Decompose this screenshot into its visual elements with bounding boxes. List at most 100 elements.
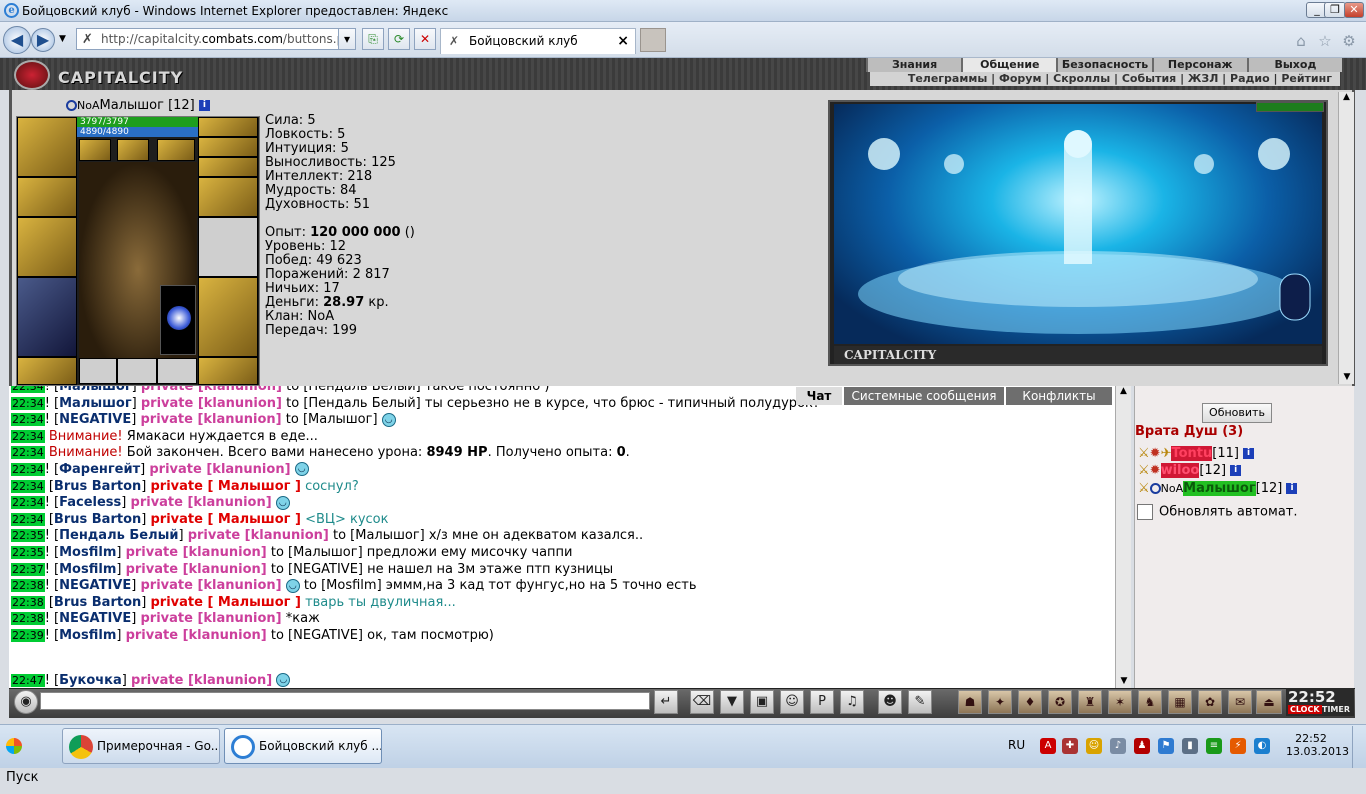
chat-time[interactable]: 22:34 bbox=[11, 446, 45, 460]
chat-nick[interactable]: Brus Barton bbox=[54, 479, 141, 494]
pocket-slot-2[interactable] bbox=[117, 358, 157, 384]
chat-nick[interactable]: NEGATIVE bbox=[59, 578, 131, 593]
chat-nick[interactable]: Малышог bbox=[59, 386, 132, 394]
chat-nick[interactable]: Mosfilm bbox=[59, 628, 116, 643]
tab-chat[interactable]: Чат bbox=[796, 387, 842, 405]
save-log-icon[interactable]: ▣ bbox=[750, 690, 774, 714]
armor-slot[interactable] bbox=[17, 277, 77, 357]
menu-knowledge[interactable]: Знания bbox=[866, 58, 961, 72]
favorites-star-icon[interactable]: ☆ bbox=[1316, 32, 1334, 50]
amulet-slot[interactable] bbox=[198, 137, 258, 157]
tab-conflicts[interactable]: Конфликты bbox=[1006, 387, 1112, 405]
gloves-slot[interactable] bbox=[198, 177, 258, 217]
chat-time[interactable]: 22:39 bbox=[11, 628, 45, 642]
menu-communication[interactable]: Общение bbox=[961, 58, 1057, 72]
shield-slot-empty[interactable] bbox=[198, 217, 258, 277]
chat-time[interactable]: 22:37 bbox=[11, 562, 45, 576]
chat-nick[interactable]: Букочка bbox=[59, 673, 122, 688]
system-clock[interactable]: 22:52 13.03.2013 bbox=[1286, 732, 1349, 758]
chat-nick[interactable]: NEGATIVE bbox=[59, 412, 131, 427]
quest-icon[interactable]: ☗ bbox=[958, 690, 982, 714]
chat-time[interactable]: 22:38 bbox=[11, 612, 45, 626]
close-window-button[interactable]: ✕ bbox=[1344, 2, 1364, 18]
refresh-icon[interactable]: ⟳ bbox=[388, 28, 410, 50]
chat-log[interactable]: 22:34! [Малышог] private [klanunion] to … bbox=[9, 386, 1115, 688]
player-row[interactable]: ⚔✹wiloo[12] i bbox=[1138, 463, 1242, 478]
bag-icon[interactable]: ♦ bbox=[1018, 690, 1042, 714]
menu-character[interactable]: Персонаж bbox=[1151, 58, 1247, 72]
chat-time[interactable]: 22:35 bbox=[11, 545, 45, 559]
chat-time[interactable]: 22:38 bbox=[11, 595, 45, 609]
boots-slot[interactable] bbox=[198, 357, 258, 385]
volume-tray-icon[interactable]: ♪ bbox=[1110, 738, 1126, 754]
chat-nick[interactable]: Пендаль Белый bbox=[59, 528, 178, 543]
mail-icon[interactable]: ✉ bbox=[1228, 690, 1252, 714]
battery-tray-icon[interactable]: ≡ bbox=[1206, 738, 1222, 754]
menu-exit[interactable]: Выход bbox=[1246, 58, 1342, 72]
people-icon[interactable]: ☺ bbox=[780, 690, 804, 714]
smiles-icon[interactable]: ☻ bbox=[878, 690, 902, 714]
agent-tray-icon[interactable]: ♟ bbox=[1134, 738, 1150, 754]
chat-time[interactable]: 22:35 bbox=[11, 529, 45, 543]
chat-time[interactable]: 22:47 bbox=[11, 673, 45, 687]
language-indicator[interactable]: RU bbox=[1008, 738, 1025, 752]
weapon-slot[interactable] bbox=[17, 217, 77, 277]
speed-icon[interactable]: ♫ bbox=[840, 690, 864, 714]
auto-refresh-checkbox[interactable]: Обновлять автомат. bbox=[1137, 504, 1298, 520]
chat-nick[interactable]: Mosfilm bbox=[59, 562, 116, 577]
maximize-button[interactable]: ❐ bbox=[1324, 2, 1346, 18]
send-icon[interactable]: ↵ bbox=[654, 690, 678, 714]
rune-slot-1[interactable] bbox=[79, 139, 111, 161]
chat-time[interactable]: 22:38 bbox=[11, 579, 45, 593]
chat-mode-icon[interactable]: ◉ bbox=[14, 690, 38, 714]
settings-gear-icon[interactable]: ⚙ bbox=[1340, 32, 1358, 50]
tab-close-icon[interactable]: × bbox=[617, 29, 629, 53]
chat-time[interactable]: 22:34 bbox=[11, 386, 45, 393]
content-scrollbar[interactable]: ▲ ▼ bbox=[1338, 92, 1354, 384]
ring-slot[interactable] bbox=[198, 157, 258, 177]
sub-menu[interactable]: Телеграммы | Форум | Скроллы | События |… bbox=[870, 72, 1340, 86]
clear-icon[interactable]: ⌫ bbox=[690, 690, 714, 714]
flag-tray-icon[interactable]: ⚑ bbox=[1158, 738, 1174, 754]
show-desktop-button[interactable] bbox=[1352, 726, 1366, 768]
chat-time[interactable]: 22:34 bbox=[11, 429, 45, 443]
translit-icon[interactable]: ✎ bbox=[908, 690, 932, 714]
task-ie[interactable]: Бойцовский клуб ... bbox=[224, 728, 382, 764]
info-icon[interactable]: i bbox=[1230, 465, 1242, 476]
chat-time[interactable]: 22:34 bbox=[11, 512, 45, 526]
chat-input[interactable] bbox=[40, 692, 650, 710]
private-icon[interactable]: P bbox=[810, 690, 834, 714]
chat-nick[interactable]: Brus Barton bbox=[54, 595, 141, 610]
map-icon[interactable]: ✪ bbox=[1048, 690, 1072, 714]
history-dropdown-icon[interactable]: ▼ bbox=[59, 34, 66, 44]
stop-icon[interactable]: ✕ bbox=[414, 28, 436, 50]
chat-time[interactable]: 22:34 bbox=[11, 479, 45, 493]
pocket-slot-1[interactable] bbox=[79, 358, 117, 384]
network-tray-icon[interactable]: ▮ bbox=[1182, 738, 1198, 754]
chat-time[interactable]: 22:34 bbox=[11, 413, 45, 427]
tab-system-messages[interactable]: Системные сообщения bbox=[844, 387, 1004, 405]
inventory-icon[interactable]: ▦ bbox=[1168, 690, 1192, 714]
forward-button[interactable]: ▶ bbox=[31, 28, 55, 52]
refresh-button[interactable]: Обновить bbox=[1202, 403, 1272, 423]
chat-time[interactable]: 22:34 bbox=[11, 496, 45, 510]
chat-nick[interactable]: NEGATIVE bbox=[59, 611, 131, 626]
info-icon[interactable]: i bbox=[1286, 483, 1298, 494]
checkbox-box[interactable] bbox=[1137, 504, 1153, 520]
skills-icon[interactable]: ✶ bbox=[1108, 690, 1132, 714]
info-icon[interactable]: i bbox=[1243, 448, 1255, 459]
people-tray-icon[interactable]: ☺ bbox=[1086, 738, 1102, 754]
clan-tool-icon[interactable]: ♜ bbox=[1078, 690, 1102, 714]
orb-slot[interactable] bbox=[160, 285, 196, 355]
earring-slot[interactable] bbox=[198, 117, 258, 137]
chat-nick[interactable]: Малышог bbox=[59, 396, 132, 411]
home-icon[interactable]: ⌂ bbox=[1292, 32, 1310, 50]
pocket-slot-3[interactable] bbox=[157, 358, 197, 384]
chat-scrollbar[interactable]: ▲ ▼ bbox=[1115, 386, 1131, 688]
filter-icon[interactable]: ▼ bbox=[720, 690, 744, 714]
bracers-slot[interactable] bbox=[17, 177, 77, 217]
exit-icon[interactable]: ⏏ bbox=[1256, 690, 1282, 714]
chat-time[interactable]: 22:34 bbox=[11, 396, 45, 410]
tab-combats[interactable]: ✗ Бойцовский клуб × bbox=[440, 28, 636, 54]
info-icon[interactable]: i bbox=[198, 100, 210, 111]
